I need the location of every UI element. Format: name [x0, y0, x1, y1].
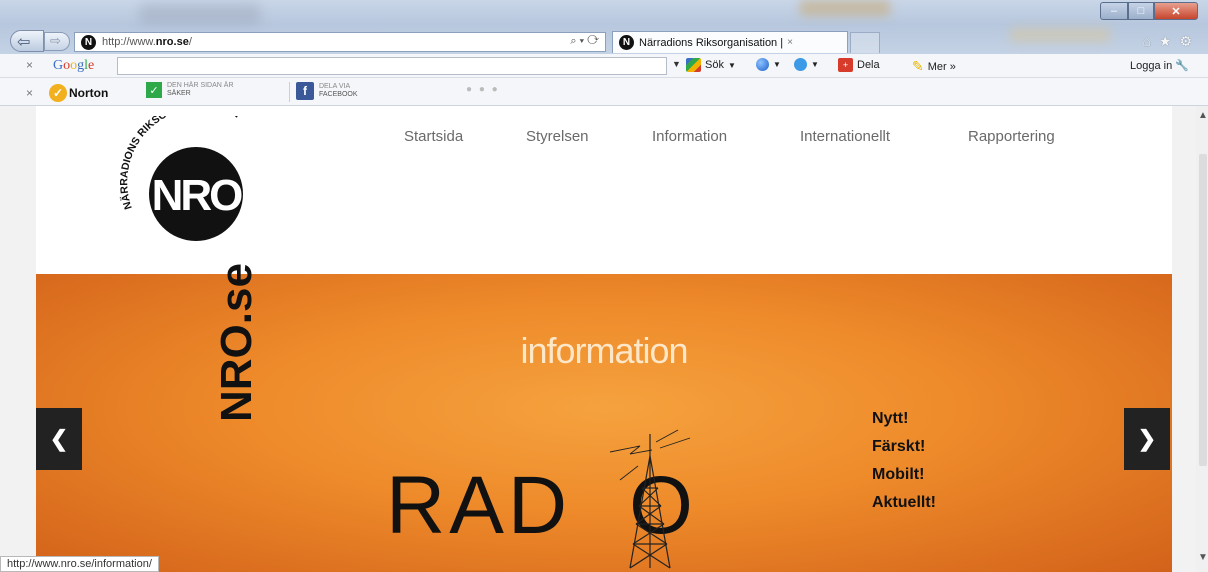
- slider-next-button[interactable]: ❯: [1124, 408, 1170, 470]
- pencil-icon: ✎: [912, 58, 924, 74]
- globe-icon: [756, 58, 769, 71]
- google-search-icon: [686, 58, 701, 72]
- vertical-scrollbar[interactable]: ▲ ▼: [1196, 106, 1208, 572]
- fb-line2: FACEBOOK: [319, 91, 358, 98]
- address-bar[interactable]: N http://www.nro.se/ ⌕ ▾ ⟳: [74, 32, 606, 52]
- search-dropdown-icon[interactable]: ▼: [672, 59, 681, 69]
- chevron-left-icon: ❮: [49, 426, 69, 451]
- wrench-icon: 🔧: [1175, 60, 1189, 72]
- tab-favicon-icon: N: [619, 35, 634, 50]
- tab-title: Närradions Riksorganisation |: [639, 36, 784, 49]
- dela-button[interactable]: + Dela: [838, 58, 880, 72]
- address-tools-icon[interactable]: ⌕ ▾ ⟳: [570, 35, 599, 48]
- back-arrow-icon: ⇦: [17, 34, 31, 51]
- site-page: NRO NÄRRADIONS RIKSORGANISATION Startsid…: [36, 106, 1172, 572]
- browser-titlebar: ⇦ ⇨ N http://www.nro.se/ ⌕ ▾ ⟳ N Närradi…: [0, 0, 1208, 54]
- window-controls: – □ ✕: [1100, 2, 1198, 20]
- nav-styrelsen[interactable]: Styrelsen: [526, 128, 589, 145]
- fb-line1: DELA VIA: [319, 83, 351, 90]
- radio-tower-icon: [609, 429, 691, 569]
- norton-label: Norton: [69, 86, 109, 100]
- norton-button[interactable]: ✓ Norton: [49, 84, 108, 102]
- blue-globe-button[interactable]: ▼: [756, 58, 781, 71]
- titlebar-blur: [800, 0, 890, 16]
- more-dots-icon[interactable]: ● ● ●: [466, 84, 500, 95]
- safe-site-indicator[interactable]: ✓ DEN HÄR SIDAN ÄR SÄKER: [146, 82, 234, 98]
- slider-prev-button[interactable]: ❮: [36, 408, 82, 470]
- forward-arrow-icon: ⇨: [50, 33, 61, 48]
- google-search-input[interactable]: [117, 57, 667, 75]
- scroll-down-icon[interactable]: ▼: [1198, 552, 1208, 563]
- mer-label: Mer »: [927, 60, 956, 73]
- tag-mobilt: Mobilt!: [872, 466, 925, 483]
- sok-label: Sök: [705, 59, 724, 71]
- site-favicon-icon: N: [81, 34, 96, 50]
- nav-rapportering[interactable]: Rapportering: [968, 128, 1055, 145]
- facebook-icon: f: [296, 82, 314, 100]
- tab-close-icon[interactable]: ×: [787, 37, 793, 48]
- status-bar-url: http://www.nro.se/information/: [0, 556, 159, 572]
- norton-check-icon: ✓: [49, 84, 67, 102]
- facebook-share-button[interactable]: f DELA VIA FACEBOOK: [296, 82, 358, 100]
- sok-button[interactable]: Sök ▼: [686, 58, 736, 72]
- hero-tags: Nytt! Färskt! Mobilt! Aktuellt!: [872, 410, 936, 522]
- minimize-button[interactable]: –: [1100, 2, 1128, 20]
- page-viewport: NRO NÄRRADIONS RIKSORGANISATION Startsid…: [0, 106, 1196, 572]
- google-toolbar-close-icon[interactable]: ×: [26, 58, 33, 72]
- hero-slider: information NRO.se RAD O Nytt! Färskt! M…: [36, 263, 1172, 572]
- puzzle-icon: [794, 58, 807, 71]
- hero-title: information: [520, 330, 688, 371]
- home-favorites-settings-icons[interactable]: ⌂★⚙: [1142, 33, 1200, 50]
- nav-information[interactable]: Information: [652, 128, 727, 145]
- maximize-button[interactable]: □: [1128, 2, 1154, 20]
- close-window-button[interactable]: ✕: [1154, 2, 1198, 20]
- titlebar-blur: [1010, 28, 1110, 42]
- scroll-up-icon[interactable]: ▲: [1198, 110, 1208, 121]
- puzzle-button[interactable]: ▼: [794, 58, 819, 71]
- dela-label: Dela: [857, 59, 880, 71]
- chevron-right-icon: ❯: [1137, 426, 1157, 451]
- tag-aktuellt: Aktuellt!: [872, 494, 936, 511]
- safe-line1: DEN HÄR SIDAN ÄR: [167, 82, 234, 89]
- back-button[interactable]: ⇦: [10, 30, 44, 52]
- forward-button[interactable]: ⇨: [44, 32, 70, 51]
- scrollbar-thumb[interactable]: [1199, 154, 1207, 466]
- tag-farskt: Färskt!: [872, 438, 926, 455]
- toolbar-divider: [289, 82, 290, 102]
- tag-nytt: Nytt!: [872, 410, 909, 427]
- address-url[interactable]: http://www.nro.se/: [102, 36, 192, 48]
- mer-button[interactable]: ✎ Mer »: [912, 58, 956, 75]
- titlebar-blur: [140, 4, 260, 24]
- safe-line2: SÄKER: [167, 90, 191, 97]
- hero-vertical-text: NRO.se: [212, 263, 261, 422]
- new-tab-button[interactable]: [850, 32, 880, 53]
- nav-startsida[interactable]: Startsida: [404, 128, 463, 145]
- nav-internationellt[interactable]: Internationellt: [800, 128, 890, 145]
- browser-tab[interactable]: N Närradions Riksorganisation | ×: [612, 31, 848, 53]
- safe-check-icon: ✓: [146, 82, 162, 98]
- norton-toolbar-close-icon[interactable]: ×: [26, 86, 33, 100]
- google-plus-icon: +: [838, 58, 853, 72]
- login-link[interactable]: Logga in 🔧: [1130, 59, 1189, 72]
- google-logo: Google: [53, 58, 95, 73]
- nro-logo[interactable]: NRO NÄRRADIONS RIKSORGANISATION: [94, 116, 294, 241]
